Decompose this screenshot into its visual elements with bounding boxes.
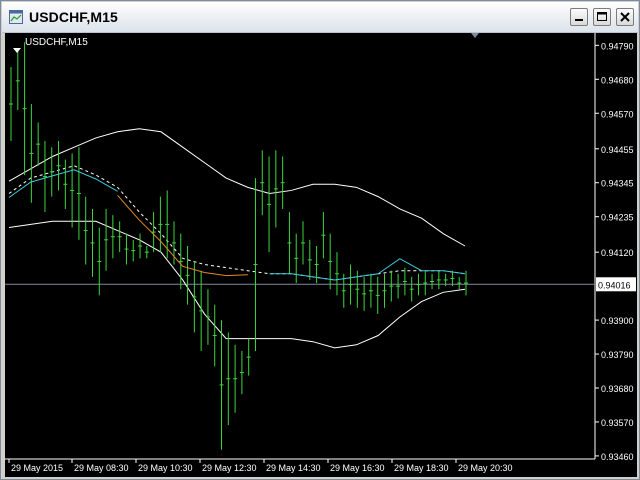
minimize-button[interactable]	[570, 8, 588, 26]
price-tick-label: 0.93900	[601, 316, 634, 326]
price-tick-label: 0.93680	[601, 384, 634, 394]
maximize-icon	[597, 12, 607, 21]
chart-canvas[interactable]: 0.94790 0.94680 0.94570 0.94455 0.94345 0.942…	[5, 33, 637, 477]
minimize-icon	[575, 19, 583, 21]
price-tick-label: 0.94570	[601, 109, 634, 119]
maximize-button[interactable]	[593, 8, 611, 26]
price-tick-label: 0.94790	[601, 41, 634, 51]
price-tick-label: 0.94455	[601, 145, 634, 155]
orange-indicator-line	[117, 195, 248, 277]
time-tick-label: 29 May 2015	[11, 463, 63, 473]
dropdown-arrow-icon[interactable]	[13, 41, 21, 59]
price-tick-label: 0.93570	[601, 418, 634, 428]
time-tick-label: 29 May 08:30	[74, 463, 129, 473]
time-tick-label: 29 May 20:30	[458, 463, 513, 473]
close-button[interactable]	[616, 8, 634, 26]
time-tick-label: 29 May 14:30	[266, 463, 321, 473]
price-tick-label: 0.94680	[601, 75, 634, 85]
cyan-indicator-line	[8, 169, 118, 198]
shift-marker	[471, 33, 479, 38]
price-chart[interactable]: 0.94790 0.94680 0.94570 0.94455 0.94345 0.942…	[5, 33, 637, 477]
title-bar[interactable]: USDCHF,M15	[2, 2, 638, 33]
chart-window-icon	[9, 10, 23, 24]
price-tick-label: 0.94235	[601, 213, 634, 223]
window-title: USDCHF,M15	[29, 9, 118, 25]
price-tick-label: 0.94120	[601, 248, 634, 258]
price-tick-label: 0.94345	[601, 179, 634, 189]
price-tick-label: 0.93790	[601, 350, 634, 360]
chart-window: USDCHF,M15 0.94790 0.94680 0.94570 0.94455 0…	[0, 0, 640, 480]
upper-band-line	[8, 128, 466, 247]
time-tick-label: 29 May 12:30	[202, 463, 257, 473]
chart-symbol-label: USDCHF,M15	[25, 37, 88, 48]
current-price-label: 0.94016	[598, 280, 631, 290]
time-tick-label: 29 May 16:30	[330, 463, 385, 473]
price-tick-label: 0.93460	[601, 452, 634, 462]
time-tick-label: 29 May 10:30	[138, 463, 193, 473]
cyan-indicator-line-2	[269, 258, 466, 281]
close-icon	[620, 12, 630, 22]
time-tick-label: 29 May 18:30	[394, 463, 449, 473]
